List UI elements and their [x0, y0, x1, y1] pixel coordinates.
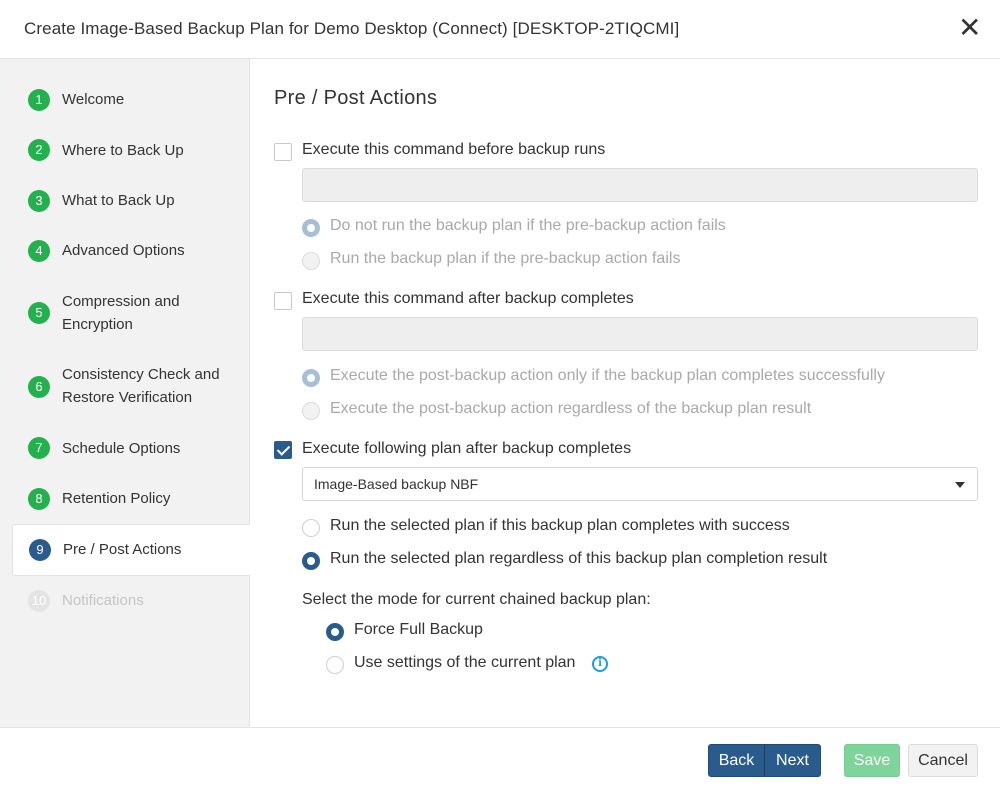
- step-label: Welcome: [62, 91, 125, 108]
- pre-command-input[interactable]: [302, 168, 978, 202]
- step-advanced-options[interactable]: 4 Advanced Options: [12, 237, 250, 265]
- info-icon[interactable]: i: [592, 656, 608, 672]
- step-number-badge: 7: [28, 437, 50, 459]
- post-option-success-only-radio[interactable]: [302, 369, 320, 387]
- step-label: Advanced Options: [62, 242, 185, 259]
- main-content: Pre / Post Actions Execute this command …: [250, 59, 1000, 727]
- pre-command-label: Execute this command before backup runs: [302, 141, 606, 158]
- back-button[interactable]: Back: [708, 744, 765, 777]
- mode-force-full-radio[interactable]: [326, 623, 344, 641]
- step-compression-encryption[interactable]: 5 Compression and Encryption: [12, 288, 250, 340]
- chain-option-success-label: Run the selected plan if this backup pla…: [330, 517, 790, 534]
- step-pre-post-actions[interactable]: 9 Pre / Post Actions: [12, 524, 250, 576]
- dialog-header: Create Image-Based Backup Plan for Demo …: [0, 0, 1000, 59]
- dialog-footer: Back Next Save Cancel: [0, 727, 1000, 788]
- step-label: Consistency Check and Restore Verificati…: [62, 366, 220, 406]
- wizard-steps-sidebar: 1 Welcome 2 Where to Back Up 3 What to B…: [0, 59, 250, 727]
- post-option-regardless-label: Execute the post-backup action regardles…: [330, 400, 812, 417]
- post-command-input[interactable]: [302, 317, 978, 351]
- chain-plan-selected-value: Image-Based backup NBF: [314, 476, 479, 492]
- step-label: Schedule Options: [62, 440, 181, 457]
- step-notifications: 10 Notifications: [12, 587, 250, 615]
- post-command-checkbox[interactable]: [274, 292, 292, 310]
- step-label: What to Back Up: [62, 192, 175, 209]
- save-button[interactable]: Save: [844, 744, 900, 777]
- chain-option-regardless-label: Run the selected plan regardless of this…: [330, 550, 828, 567]
- post-command-label: Execute this command after backup comple…: [302, 290, 634, 307]
- step-label: Retention Policy: [62, 490, 171, 507]
- mode-current-settings-radio[interactable]: [326, 656, 344, 674]
- close-icon[interactable]: ✕: [958, 14, 981, 42]
- next-button[interactable]: Next: [764, 744, 821, 777]
- step-number-badge: 4: [28, 240, 50, 262]
- pre-command-checkbox[interactable]: [274, 143, 292, 161]
- chain-option-success-radio[interactable]: [302, 519, 320, 537]
- step-label: Notifications: [62, 592, 144, 609]
- step-consistency-check[interactable]: 6 Consistency Check and Restore Verifica…: [12, 361, 250, 413]
- pre-option-run-radio[interactable]: [302, 252, 320, 270]
- chain-option-regardless-radio[interactable]: [302, 552, 320, 570]
- step-what-to-back-up[interactable]: 3 What to Back Up: [12, 187, 250, 215]
- mode-force-full-label: Force Full Backup: [354, 621, 483, 638]
- step-welcome[interactable]: 1 Welcome: [12, 86, 250, 114]
- step-where-to-back-up[interactable]: 2 Where to Back Up: [12, 137, 250, 165]
- post-option-regardless-radio[interactable]: [302, 402, 320, 420]
- mode-current-settings-label: Use settings of the current plan: [354, 654, 576, 671]
- step-retention-policy[interactable]: 8 Retention Policy: [12, 485, 250, 513]
- step-number-badge: 6: [28, 376, 50, 398]
- chain-mode-label: Select the mode for current chained back…: [302, 591, 651, 608]
- pre-option-do-not-run-radio[interactable]: [302, 219, 320, 237]
- backup-plan-dialog: Create Image-Based Backup Plan for Demo …: [0, 0, 1000, 788]
- step-number-badge: 5: [28, 302, 50, 324]
- pre-option-run-label: Run the backup plan if the pre-backup ac…: [330, 250, 681, 267]
- cancel-button[interactable]: Cancel: [908, 744, 978, 777]
- step-label: Where to Back Up: [62, 142, 184, 159]
- pre-option-do-not-run-label: Do not run the backup plan if the pre-ba…: [330, 217, 726, 234]
- step-number-badge: 1: [28, 89, 50, 111]
- chevron-down-icon: [955, 482, 965, 488]
- chain-plan-label: Execute following plan after backup comp…: [302, 440, 632, 457]
- dialog-title: Create Image-Based Backup Plan for Demo …: [24, 19, 680, 38]
- step-label: Pre / Post Actions: [63, 541, 182, 558]
- chain-plan-select[interactable]: Image-Based backup NBF: [302, 467, 978, 501]
- step-number-badge: 8: [28, 488, 50, 510]
- chain-plan-checkbox[interactable]: [274, 441, 292, 459]
- step-number-badge: 2: [28, 139, 50, 161]
- step-number-badge: 9: [29, 539, 51, 561]
- step-number-badge: 10: [28, 590, 50, 612]
- step-schedule-options[interactable]: 7 Schedule Options: [12, 435, 250, 463]
- page-title: Pre / Post Actions: [274, 87, 438, 109]
- post-option-success-only-label: Execute the post-backup action only if t…: [330, 367, 885, 384]
- step-label: Compression and Encryption: [62, 293, 180, 333]
- step-number-badge: 3: [28, 190, 50, 212]
